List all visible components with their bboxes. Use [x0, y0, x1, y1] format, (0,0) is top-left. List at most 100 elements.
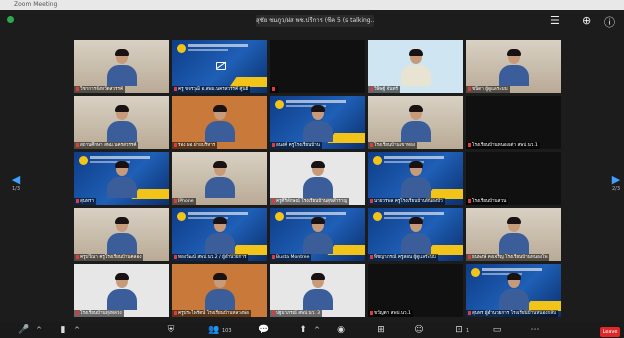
prev-page-label: 1/3	[11, 186, 21, 192]
participant-tile[interactable]: สุนทร ผู้อำนวยการ โรงเรียนบ้านหนองกลับ	[466, 264, 561, 317]
video-options-icon[interactable]: ^	[72, 325, 82, 335]
participant-name-text: ทองวัฒน์ สพป.นว.2 / ผู้อำนวยการ	[178, 255, 247, 260]
participant-tile[interactable]: สถานศึกษา สพม.นครสวรรค์	[74, 96, 169, 149]
mic-muted-icon	[76, 254, 79, 259]
participant-name-text: ครู ขจรวุฒิ อ.สพม.นครสวรรค์ ศูนย์	[178, 87, 249, 92]
participant-tile[interactable]: วิชาการจังหวัดสวรรค์	[74, 40, 169, 93]
participant-tile[interactable]: ทองวัฒน์ สพป.นว.2 / ผู้อำนวยการ	[172, 208, 267, 261]
participant-tile[interactable]: ครู ขจรวุฒิ อ.สพม.นครสวรรค์ ศูนย์	[172, 40, 267, 93]
prev-page-button[interactable]: ◀ 1/3	[10, 173, 22, 192]
participant-name: ครูปวีณา ครูโรงเรียนบ้านคลอง	[74, 254, 144, 261]
participant-tile[interactable]: วิษิษฐ์ จันทร์	[368, 40, 463, 93]
participant-tile[interactable]: นายวรพล ครูโรงเรียนบ้านหนองบัว	[368, 152, 463, 205]
participant-name-text: นายวรพล ครูโรงเรียนบ้านหนองบัว	[374, 199, 443, 204]
mic-muted-icon	[370, 142, 373, 147]
participant-tile[interactable]: Busta Montree	[270, 208, 365, 261]
banner-text-block	[286, 212, 346, 215]
participant-tile[interactable]: โรงเรียนบ้านสวน	[466, 152, 561, 205]
participant-name-text: Busta Montree	[276, 255, 310, 260]
participants-count: 103	[222, 328, 232, 334]
participant-name: ครู ขจรวุฒิ อ.สพม.นครสวรรค์ ศูนย์	[172, 86, 251, 93]
participant-name: โรงเรียนบ้านหนองเต่า สพป.นว.1	[466, 142, 540, 149]
participant-tile[interactable]: ธนพงษ์ คงเจริญ โรงเรียนบ้านหนองโพ	[466, 208, 561, 261]
share-screen-icon[interactable]: ⬆	[298, 325, 308, 335]
participant-video	[302, 217, 333, 254]
participant-tile[interactable]: IPhone	[172, 152, 267, 205]
participant-tile[interactable]: อนงค์ ครูโรงเรียนบ้าน	[270, 96, 365, 149]
participant-name: ทองวัฒน์ สพป.นว.2 / ผู้อำนวยการ	[172, 254, 249, 261]
participant-name-text: ปฐมาภรณ์ สพป.นว. 3	[276, 311, 321, 316]
leave-button[interactable]: Leave	[600, 327, 620, 337]
title-bar: Zoom Meeting	[0, 0, 624, 10]
mic-muted-icon	[174, 142, 177, 147]
participant-tile[interactable]: สุนทรา	[74, 152, 169, 205]
banner-text-block	[384, 212, 444, 215]
mic-muted-icon	[468, 142, 471, 147]
apps-icon[interactable]: ⊡	[454, 325, 464, 335]
participant-name: ครูประไพรัตน์ โรงเรียนบ้านหลวงพ่อ	[172, 310, 251, 317]
participant-name-text: วิษิษฐ์ จันทร์	[374, 87, 398, 92]
participant-tile[interactable]	[270, 40, 365, 93]
video-icon[interactable]: ▮	[58, 325, 68, 335]
mic-muted-icon	[174, 254, 177, 259]
mic-muted-icon	[76, 86, 79, 91]
participant-name-text: วิชาการจังหวัดสวรรค์	[80, 87, 124, 92]
participant-tile[interactable]: รอง ผอ.ฝ่ายบริหาร	[172, 96, 267, 149]
breakout-icon[interactable]: ⊞	[376, 325, 386, 335]
whiteboard-icon[interactable]: ▭	[492, 325, 502, 335]
emblem-icon	[373, 156, 382, 165]
participant-tile[interactable]: ชนิดา ผู้ดูแลระบบ	[466, 40, 561, 93]
banner-stripe	[131, 189, 169, 199]
participant-name-text: อนงค์ ครูโรงเรียนบ้าน	[276, 143, 320, 148]
chat-icon[interactable]: 💬	[258, 325, 269, 335]
more-icon[interactable]: ⋯	[530, 325, 540, 335]
participant-video	[106, 217, 137, 254]
participant-tile[interactable]: โรงเรียนบ้านทุ่งหลวง	[74, 264, 169, 317]
mic-muted-icon	[468, 198, 471, 203]
reactions-icon[interactable]: ☺	[414, 325, 424, 335]
video-grid: วิชาการจังหวัดสวรรค์ ครู ขจรวุฒิ อ.สพม.นค…	[74, 40, 562, 317]
shield-icon[interactable]	[7, 16, 14, 23]
participant-name-text: ชนิดา ผู้ดูแลระบบ	[472, 87, 508, 92]
banner-stripe	[327, 245, 365, 255]
mic-muted-icon	[272, 254, 275, 259]
participant-video	[106, 161, 137, 198]
mic-muted-icon	[76, 142, 79, 147]
security-icon[interactable]: ⛨	[166, 325, 176, 335]
banner-stripe	[327, 133, 365, 143]
zoom-icon[interactable]: ⊕	[582, 14, 591, 27]
participant-name: ชนิดา ผู้ดูแลระบบ	[466, 86, 510, 93]
participant-video	[302, 105, 333, 142]
participant-tile[interactable]: ครูประไพรัตน์ โรงเรียนบ้านหลวงพ่อ	[172, 264, 267, 317]
participant-tile[interactable]: พิชญาภรณ์ ครูสอน ผู้ดูแลระบบ	[368, 208, 463, 261]
mic-muted-icon	[272, 198, 275, 203]
info-icon[interactable]: ⓘ	[604, 14, 615, 30]
participant-name: โรงเรียนบ้านเขาทอง	[368, 142, 418, 149]
banner-text-block	[482, 268, 542, 271]
participant-name-text: โรงเรียนบ้านสวน	[472, 199, 507, 204]
participant-tile[interactable]: ปฐมาภรณ์ สพป.นว. 3	[270, 264, 365, 317]
settings-sliders-icon[interactable]: ☰	[550, 14, 560, 27]
participant-video	[106, 273, 137, 310]
participant-tile[interactable]: ครูปวีณา ครูโรงเรียนบ้านคลอง	[74, 208, 169, 261]
participant-tile[interactable]: ขวัญตา สพป.นว.1	[368, 264, 463, 317]
mic-muted-icon	[76, 198, 79, 203]
banner-text-block	[188, 212, 248, 215]
participant-tile[interactable]: โรงเรียนบ้านเขาทอง	[368, 96, 463, 149]
participants-icon[interactable]: 👥	[208, 325, 219, 335]
record-icon[interactable]: ◉	[336, 325, 346, 335]
share-count: 1	[466, 328, 470, 334]
mic-muted-icon	[370, 86, 373, 91]
banner-text-block	[188, 44, 248, 47]
participant-tile[interactable]: ครูศิริลักษณ์ โรงเรียนบ้านสุขสำราญ	[270, 152, 365, 205]
participant-name-text: IPhone	[178, 199, 194, 204]
next-page-button[interactable]: ▶ 2/3	[610, 173, 622, 192]
mic-icon[interactable]: 🎤	[18, 325, 29, 335]
participant-name-text: ขวัญตา สพป.นว.1	[374, 311, 411, 316]
emblem-icon	[79, 156, 88, 165]
camera-off-icon	[216, 62, 226, 70]
participant-name-text: สุนทรา	[80, 199, 95, 204]
participant-tile[interactable]: โรงเรียนบ้านหนองเต่า สพป.นว.1	[466, 96, 561, 149]
mic-options-icon[interactable]: ^	[34, 325, 44, 335]
share-options-icon[interactable]: ^	[312, 325, 322, 335]
